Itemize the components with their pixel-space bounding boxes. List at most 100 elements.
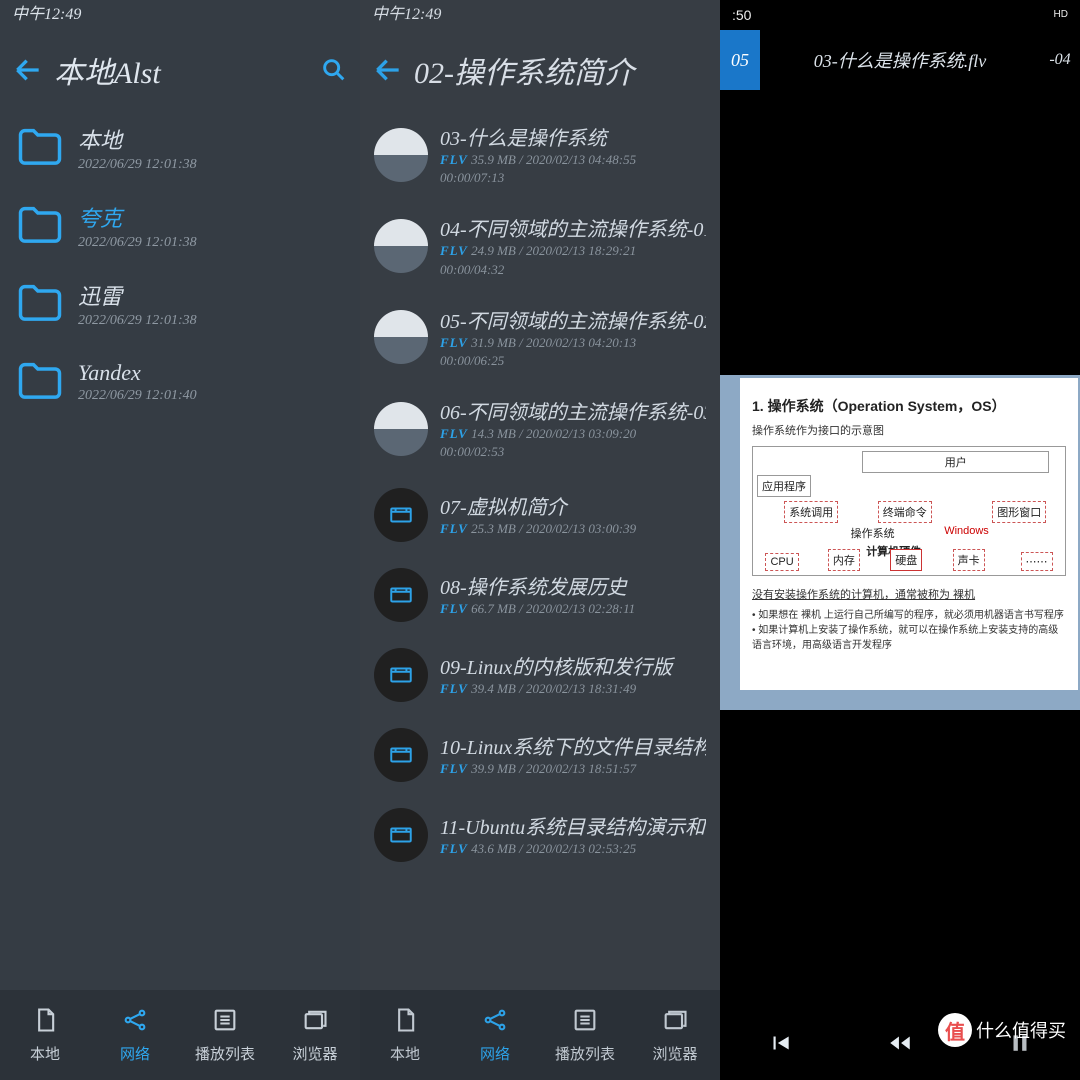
- prev-video-tab[interactable]: 05: [720, 30, 760, 90]
- video-row[interactable]: 05-不同领域的主流操作系统-02-服统 FLV 31.9 MB / 2020/…: [360, 293, 720, 384]
- video-title: 10-Linux系统下的文件目录结构: [440, 731, 706, 760]
- folder-date: 2022/06/29 12:01:40: [78, 388, 346, 404]
- windows-icon: [301, 1006, 329, 1043]
- folder-name: 本地: [78, 123, 346, 155]
- folder-row[interactable]: 夸克 2022/06/29 12:01:38: [0, 188, 360, 266]
- folder-pane: 中午12:49 本地Alst 本地 2022/06/29 12:01:38 夸克…: [0, 0, 360, 1080]
- video-title: 08-操作系统发展历史: [440, 571, 706, 600]
- video-meta: FLV 31.9 MB / 2020/02/13 04:20:1300:00/0…: [440, 334, 706, 370]
- video-title: 07-虚拟机简介: [440, 491, 706, 520]
- tab-share[interactable]: 网络: [90, 990, 180, 1080]
- title-bar: 05 03-什么是操作系统.flv -04: [720, 30, 1080, 90]
- next-video-tab[interactable]: -04: [1040, 51, 1080, 69]
- video-thumb: [374, 128, 428, 182]
- video-row[interactable]: 09-Linux的内核版和发行版 FLV 39.4 MB / 2020/02/1…: [360, 636, 720, 716]
- tab-windows[interactable]: 浏览器: [270, 990, 360, 1080]
- video-title: 09-Linux的内核版和发行版: [440, 651, 706, 680]
- os-diagram: 用户 应用程序 系统调用 终端命令 图形窗口 操作系统 Windows 计算机硬…: [752, 446, 1066, 576]
- video-thumb: [374, 728, 428, 782]
- back-icon[interactable]: [12, 54, 44, 86]
- video-title: 05-不同领域的主流操作系统-02-服统: [440, 305, 706, 334]
- status-bar: 中午12:49: [360, 0, 720, 30]
- video-row[interactable]: 06-不同领域的主流操作系统-03-嵌统 FLV 14.3 MB / 2020/…: [360, 384, 720, 475]
- page-title: 02-操作系统简介: [414, 48, 634, 92]
- video-row[interactable]: 07-虚拟机简介 FLV 25.3 MB / 2020/02/13 03:00:…: [360, 476, 720, 556]
- folder-row[interactable]: 本地 2022/06/29 12:01:38: [0, 110, 360, 188]
- tab-bar: 本地 网络 播放列表 浏览器: [360, 990, 720, 1080]
- tab-doc[interactable]: 本地: [360, 990, 450, 1080]
- now-playing-title: 03-什么是操作系统.flv: [760, 47, 1040, 73]
- watermark: 值 什么值得买: [932, 1010, 1072, 1050]
- tab-label: 浏览器: [292, 1043, 337, 1064]
- video-title: 03-什么是操作系统: [440, 122, 706, 151]
- video-row[interactable]: 04-不同领域的主流操作系统-01-桌 FLV 24.9 MB / 2020/0…: [360, 201, 720, 292]
- tab-label: 本地: [30, 1043, 60, 1064]
- tab-share[interactable]: 网络: [450, 990, 540, 1080]
- video-title: 04-不同领域的主流操作系统-01-桌: [440, 213, 706, 242]
- video-row[interactable]: 11-Ubuntu系统目录结构演示和简介 FLV 43.6 MB / 2020/…: [360, 796, 720, 876]
- video-list: 03-什么是操作系统 FLV 35.9 MB / 2020/02/13 04:4…: [360, 110, 720, 990]
- video-meta: FLV 14.3 MB / 2020/02/13 03:09:2000:00/0…: [440, 425, 706, 461]
- watermark-text: 什么值得买: [976, 1017, 1066, 1043]
- video-meta: FLV 25.3 MB / 2020/02/13 03:00:39: [440, 520, 706, 538]
- video-title: 11-Ubuntu系统目录结构演示和简介: [440, 811, 706, 840]
- doc-icon: [391, 1006, 419, 1043]
- list-icon: [571, 1006, 599, 1043]
- slide-content: 1. 操作系统（Operation System，OS） 操作系统作为接口的示意…: [740, 378, 1078, 690]
- video-list-pane: 中午12:49 02-操作系统简介 03-什么是操作系统 FLV 35.9 MB…: [360, 0, 720, 1080]
- tab-windows[interactable]: 浏览器: [630, 990, 720, 1080]
- slide-bullet: • 如果计算机上安装了操作系统，就可以在操作系统上安装支持的高级语言环境，用高级…: [752, 621, 1066, 651]
- video-player-pane: :50 HD 05 03-什么是操作系统.flv -04 1. 操作系统（Ope…: [720, 0, 1080, 1080]
- video-meta: FLV 39.9 MB / 2020/02/13 18:51:57: [440, 760, 706, 778]
- tab-list[interactable]: 播放列表: [540, 990, 630, 1080]
- header: 本地Alst: [0, 30, 360, 110]
- video-meta: FLV 39.4 MB / 2020/02/13 18:31:49: [440, 680, 706, 698]
- video-row[interactable]: 03-什么是操作系统 FLV 35.9 MB / 2020/02/13 04:4…: [360, 110, 720, 201]
- video-thumb: [374, 648, 428, 702]
- windows-icon: [661, 1006, 689, 1043]
- video-meta: FLV 43.6 MB / 2020/02/13 02:53:25: [440, 840, 706, 858]
- slide-heading: 1. 操作系统（Operation System，OS）: [752, 396, 1066, 416]
- video-thumb: [374, 402, 428, 456]
- video-thumb: [374, 808, 428, 862]
- tab-bar: 本地 网络 播放列表 浏览器: [0, 990, 360, 1080]
- share-icon: [121, 1006, 149, 1043]
- tab-list[interactable]: 播放列表: [180, 990, 270, 1080]
- doc-icon: [31, 1006, 59, 1043]
- tab-label: 网络: [480, 1043, 510, 1064]
- video-frame[interactable]: 1. 操作系统（Operation System，OS） 操作系统作为接口的示意…: [720, 375, 1080, 710]
- folder-name: 夸克: [78, 201, 346, 233]
- time: :50: [732, 0, 751, 30]
- folder-row[interactable]: 迅雷 2022/06/29 12:01:38: [0, 266, 360, 344]
- tab-label: 播放列表: [195, 1043, 255, 1064]
- tab-doc[interactable]: 本地: [0, 990, 90, 1080]
- share-icon: [481, 1006, 509, 1043]
- slide-note: 没有安装操作系统的计算机，通常被称为 裸机: [752, 586, 1066, 602]
- video-thumb: [374, 488, 428, 542]
- prev-track-icon[interactable]: [767, 1030, 793, 1061]
- video-meta: FLV 35.9 MB / 2020/02/13 04:48:5500:00/0…: [440, 151, 706, 187]
- watermark-badge: 值: [938, 1013, 972, 1047]
- video-title: 06-不同领域的主流操作系统-03-嵌统: [440, 396, 706, 425]
- folder-date: 2022/06/29 12:01:38: [78, 313, 346, 329]
- status-bar: :50 HD: [720, 0, 1080, 30]
- video-row[interactable]: 08-操作系统发展历史 FLV 66.7 MB / 2020/02/13 02:…: [360, 556, 720, 636]
- slide-bullet: • 如果想在 裸机 上运行自己所编写的程序，就必须用机器语言书写程序: [752, 606, 1066, 621]
- tab-label: 浏览器: [652, 1043, 697, 1064]
- folder-list: 本地 2022/06/29 12:01:38 夸克 2022/06/29 12:…: [0, 110, 360, 990]
- folder-date: 2022/06/29 12:01:38: [78, 157, 346, 173]
- tab-label: 网络: [120, 1043, 150, 1064]
- video-row[interactable]: 10-Linux系统下的文件目录结构 FLV 39.9 MB / 2020/02…: [360, 716, 720, 796]
- tab-label: 本地: [390, 1043, 420, 1064]
- folder-row[interactable]: Yandex 2022/06/29 12:01:40: [0, 344, 360, 422]
- rewind-icon[interactable]: [887, 1030, 913, 1061]
- folder-name: 迅雷: [78, 279, 346, 311]
- slide-sub: 操作系统作为接口的示意图: [752, 422, 1066, 438]
- back-icon[interactable]: [372, 54, 404, 86]
- video-meta: FLV 24.9 MB / 2020/02/13 18:29:2100:00/0…: [440, 242, 706, 278]
- signal-icon: HD: [1054, 0, 1068, 30]
- header: 02-操作系统简介: [360, 30, 720, 110]
- page-title: 本地Alst: [54, 48, 161, 92]
- search-icon[interactable]: [320, 56, 348, 84]
- folder-name: Yandex: [78, 360, 346, 386]
